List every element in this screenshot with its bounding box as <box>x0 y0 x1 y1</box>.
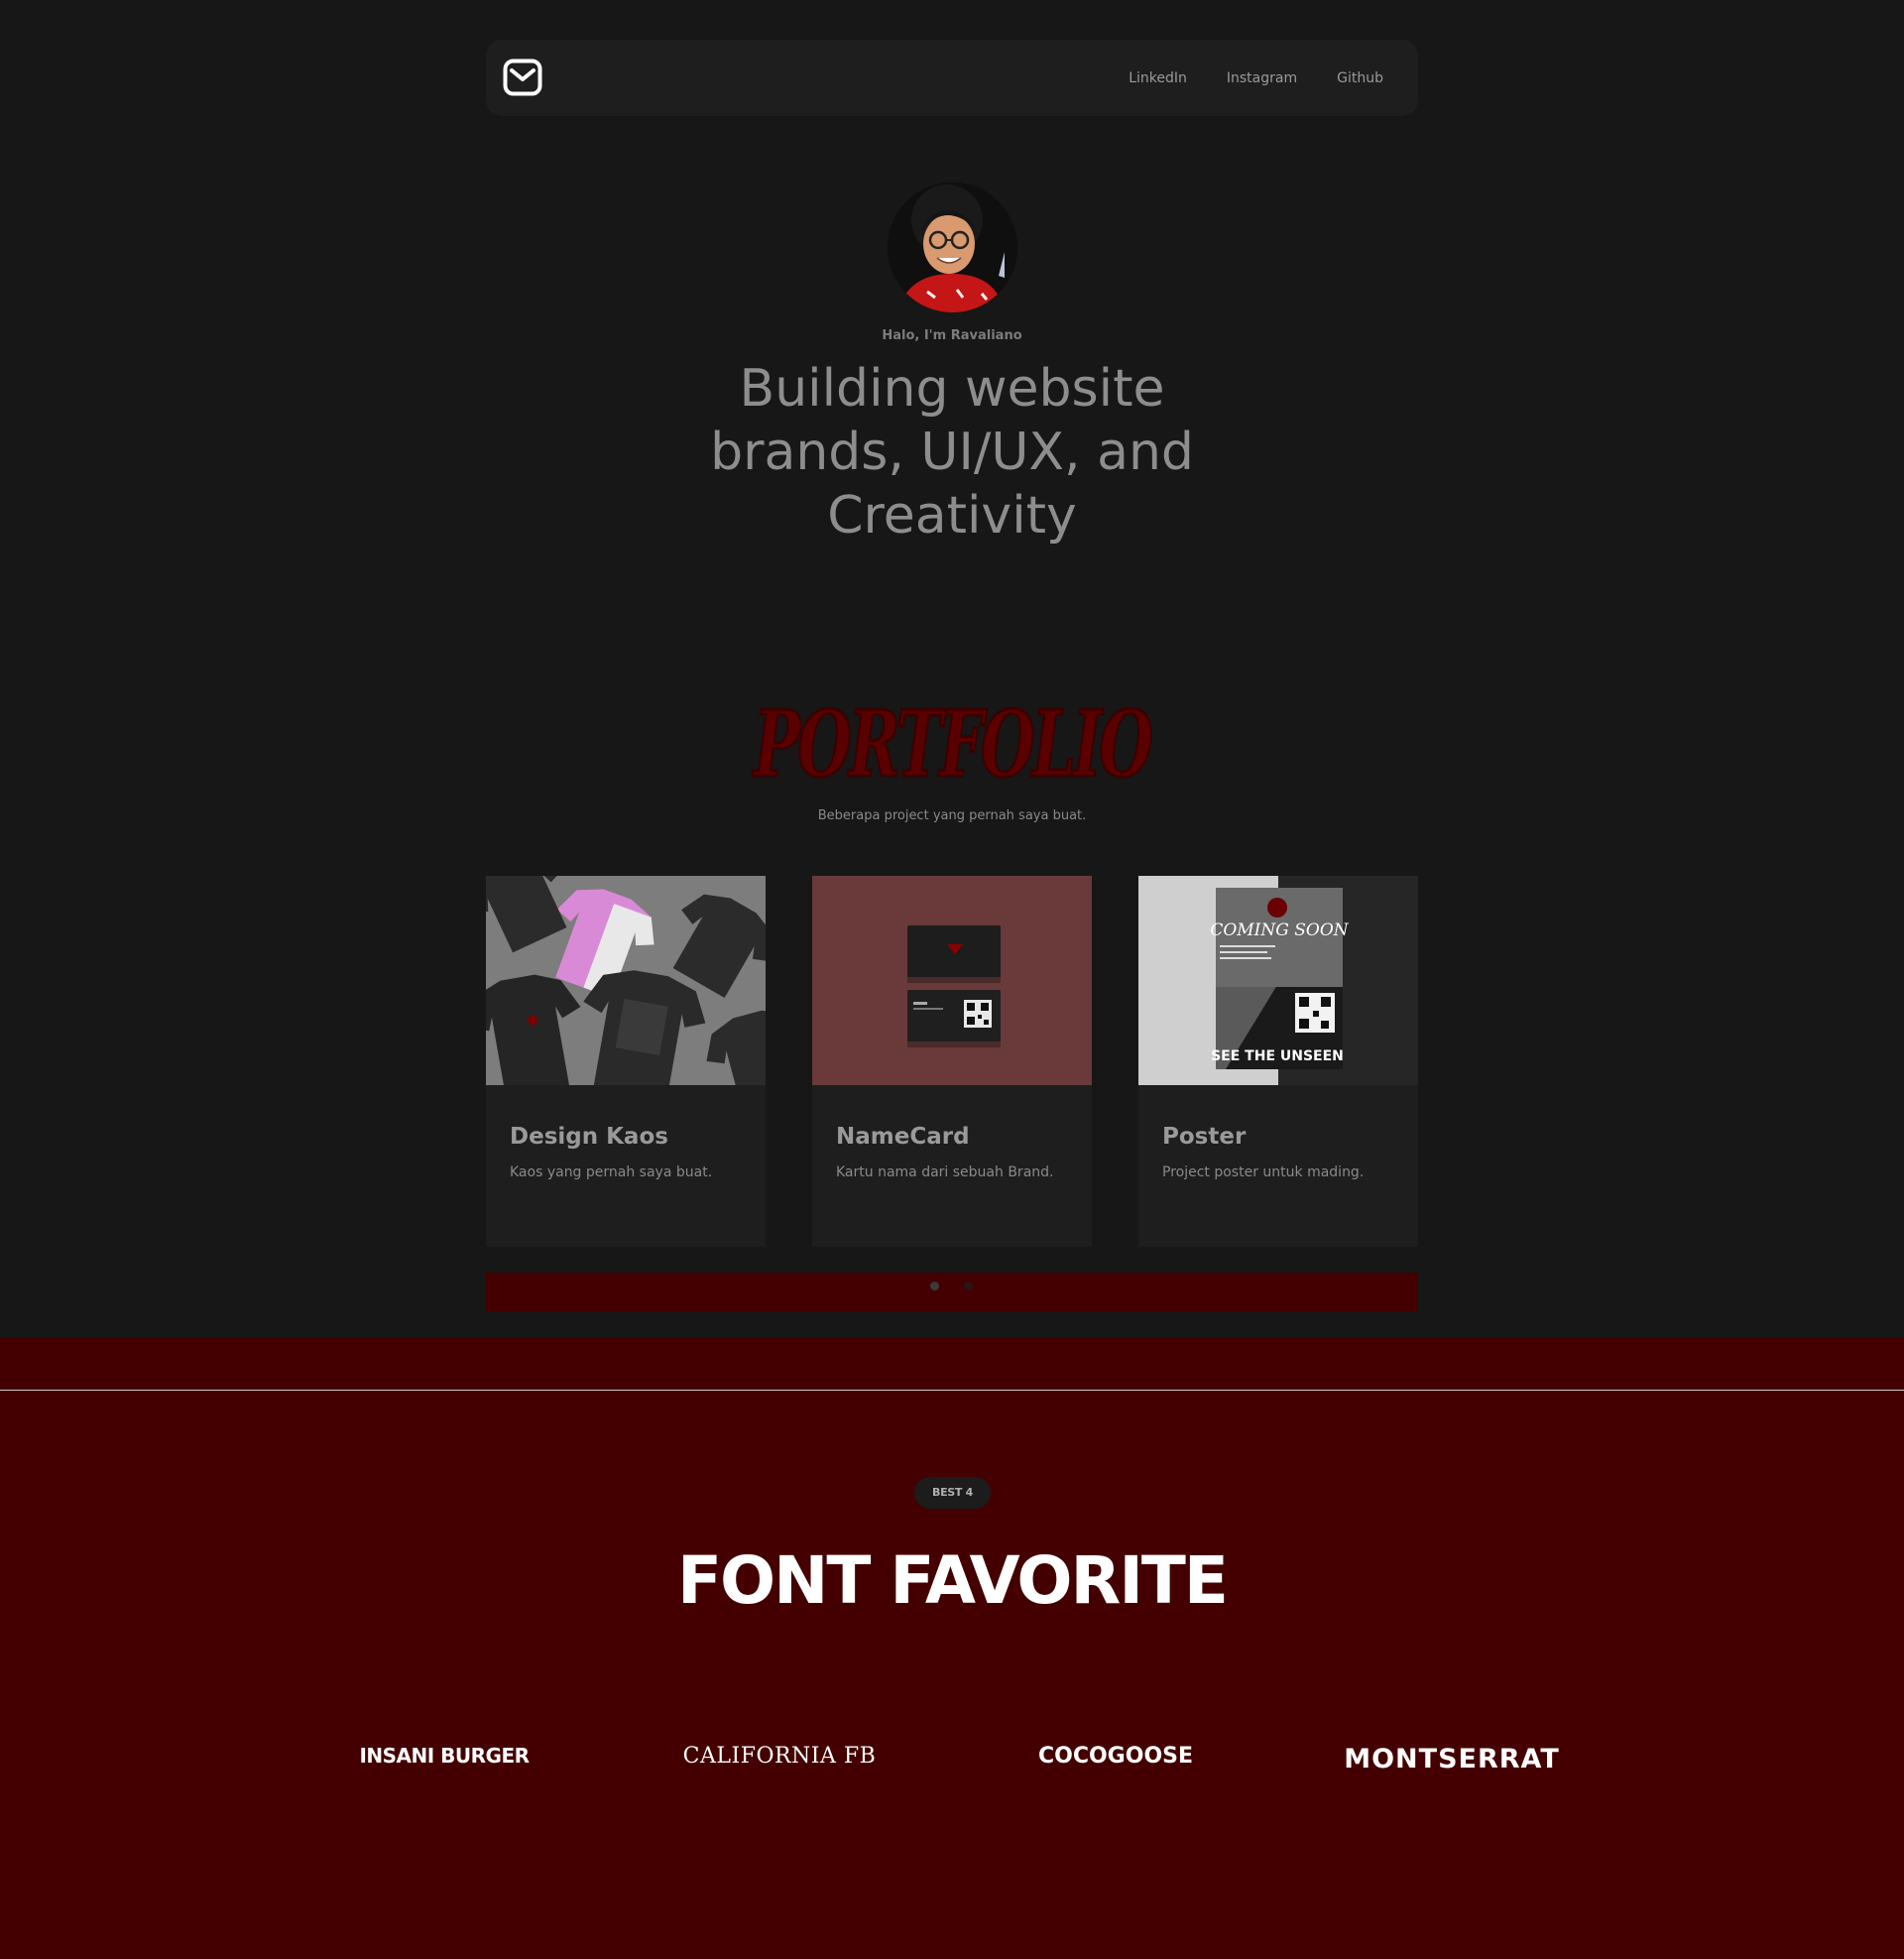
font-item-montserrat: MONTSERRAT <box>1344 1744 1560 1775</box>
portfolio-subtitle: Beberapa project yang pernah saya buat. <box>817 808 1087 823</box>
font-item-cocogoose: COCOGOOSE <box>1037 1744 1194 1769</box>
svg-text:PORTFOLIO: PORTFOLIO <box>752 690 1153 797</box>
hero-headline: Building website brands, UI/UX, and Crea… <box>710 359 1194 546</box>
greeting: Halo, I'm Ravaliano <box>882 328 1022 343</box>
font-item-insani-burger: INSANI BURGER <box>359 1744 530 1768</box>
navbar: LinkedIn Instagram Github <box>486 40 1418 116</box>
portfolio-cards: Design Kaos Kaos yang pernah saya buat. <box>486 876 1418 1247</box>
project-thumbnail <box>812 876 1092 1085</box>
pagination-dot-2[interactable] <box>964 1282 973 1290</box>
project-card-design-kaos[interactable]: Design Kaos Kaos yang pernah saya buat. <box>486 876 766 1247</box>
project-thumbnail: COMING SOON SEE THE UNSEEN <box>1138 876 1418 1085</box>
nav-link-linkedin[interactable]: LinkedIn <box>1129 70 1187 86</box>
project-description: Kaos yang pernah saya buat. <box>510 1164 713 1180</box>
font-item-california-fb: CALIFORNIA FB <box>682 1744 877 1769</box>
nav-links: LinkedIn Instagram Github <box>1129 40 1383 116</box>
portfolio-title: PORTFOLIO <box>750 689 1158 799</box>
project-card-poster[interactable]: COMING SOON SEE THE UNSEEN Poster Projec… <box>1138 876 1418 1247</box>
project-thumbnail <box>486 876 766 1085</box>
nav-link-instagram[interactable]: Instagram <box>1227 70 1297 86</box>
project-title: Design Kaos <box>510 1124 668 1150</box>
carousel-pagination <box>486 1273 1418 1311</box>
mail-icon[interactable] <box>503 59 542 96</box>
project-description: Kartu nama dari sebuah Brand. <box>836 1164 1054 1180</box>
svg-text:COMING SOON: COMING SOON <box>1210 920 1349 940</box>
section-divider <box>0 1390 1904 1391</box>
best-badge: BEST 4 <box>914 1477 991 1509</box>
project-card-namecard[interactable]: NameCard Kartu nama dari sebuah Brand. <box>812 876 1092 1247</box>
project-title: NameCard <box>836 1124 970 1150</box>
project-title: Poster <box>1162 1124 1247 1150</box>
svg-text:SEE THE UNSEEN: SEE THE UNSEEN <box>1211 1048 1344 1064</box>
pagination-dot-1[interactable] <box>930 1282 939 1290</box>
project-description: Project poster untuk mading. <box>1162 1164 1365 1180</box>
font-favorite-section <box>0 1337 1904 1959</box>
avatar <box>888 183 1017 312</box>
font-favorite-title: FONT FAVORITE <box>676 1542 1229 1619</box>
nav-link-github[interactable]: Github <box>1337 70 1383 86</box>
